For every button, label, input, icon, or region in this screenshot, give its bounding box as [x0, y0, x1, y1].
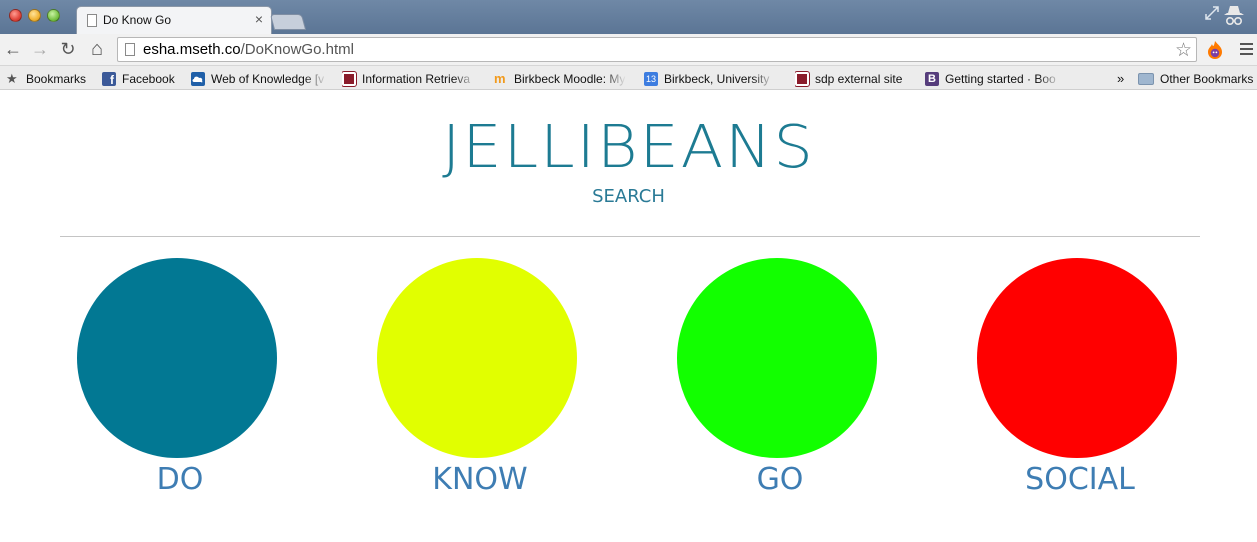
go-label[interactable]: GO [680, 462, 880, 497]
new-tab-button[interactable] [269, 14, 307, 30]
window-titlebar: Do Know Go × [0, 0, 1257, 34]
do-circle[interactable] [77, 258, 277, 458]
document-icon [87, 14, 97, 27]
library-icon [795, 70, 810, 87]
know-circle[interactable] [377, 258, 577, 458]
url-host: esha.mseth.co [143, 41, 241, 58]
url-path: /DoKnowGo.html [240, 41, 354, 58]
tab-title: Do Know Go [103, 13, 172, 27]
browser-toolbar: ← → ↻ ⌂ esha.mseth.co/DoKnowGo.html ☆ [0, 34, 1257, 66]
folder-icon [1138, 72, 1154, 85]
fullscreen-icon[interactable] [1205, 6, 1219, 20]
tab-do-know-go[interactable]: Do Know Go × [76, 6, 272, 34]
close-tab-button[interactable]: × [255, 11, 263, 27]
url-text[interactable]: esha.mseth.co/DoKnowGo.html [143, 41, 354, 58]
bookmarks-bar: ★ Bookmarks f Facebook Web of Knowledge … [0, 66, 1257, 90]
cloud-icon [191, 71, 205, 86]
bookmark-sdp-external-site[interactable]: sdp external site [795, 70, 913, 87]
bookmark-facebook[interactable]: f Facebook [102, 70, 182, 87]
bookmarks-overflow-button[interactable]: » [1117, 70, 1131, 87]
calendar-icon: 13 [644, 71, 658, 86]
star-icon: ★ [6, 70, 18, 86]
bookmark-getting-started-bootstrap[interactable]: B Getting started · Boo [925, 70, 1063, 87]
page-info-icon[interactable] [125, 43, 135, 56]
bookmarks-folder[interactable]: ★ Bookmarks [6, 70, 90, 87]
facebook-icon: f [102, 71, 116, 87]
bootstrap-icon: B [925, 71, 939, 86]
back-button[interactable]: ← [2, 38, 24, 60]
minimize-window-button[interactable] [28, 9, 41, 22]
social-circle[interactable] [977, 258, 1177, 458]
bookmark-birkbeck-university[interactable]: 13 Birkbeck, University [644, 70, 778, 87]
home-button[interactable]: ⌂ [86, 38, 108, 60]
bookmark-birkbeck-moodle[interactable]: m Birkbeck Moodle: My [494, 70, 630, 87]
reload-button[interactable]: ↻ [57, 38, 79, 60]
divider [60, 236, 1200, 237]
close-window-button[interactable] [9, 9, 22, 22]
incognito-icon [1221, 3, 1247, 29]
chrome-menu-icon[interactable] [1240, 43, 1253, 56]
bookmark-information-retrieval[interactable]: Information Retrieva [342, 70, 482, 87]
know-label[interactable]: KNOW [380, 462, 580, 497]
zoom-window-button[interactable] [47, 9, 60, 22]
bookmark-star-icon[interactable]: ☆ [1175, 39, 1192, 62]
bookmark-web-of-knowledge[interactable]: Web of Knowledge [v [191, 70, 333, 87]
library-icon [342, 70, 357, 87]
address-bar[interactable]: esha.mseth.co/DoKnowGo.html ☆ [117, 37, 1197, 62]
site-title: JELLIBEANS [442, 111, 815, 182]
search-link[interactable]: SEARCH [0, 186, 1257, 207]
moodle-icon: m [494, 70, 506, 86]
go-circle[interactable] [677, 258, 877, 458]
social-label[interactable]: SOCIAL [980, 462, 1180, 497]
do-label[interactable]: DO [80, 462, 280, 497]
forward-button[interactable]: → [29, 38, 51, 60]
fire-extension-icon[interactable] [1206, 40, 1224, 60]
other-bookmarks-folder[interactable]: Other Bookmarks [1138, 70, 1256, 87]
